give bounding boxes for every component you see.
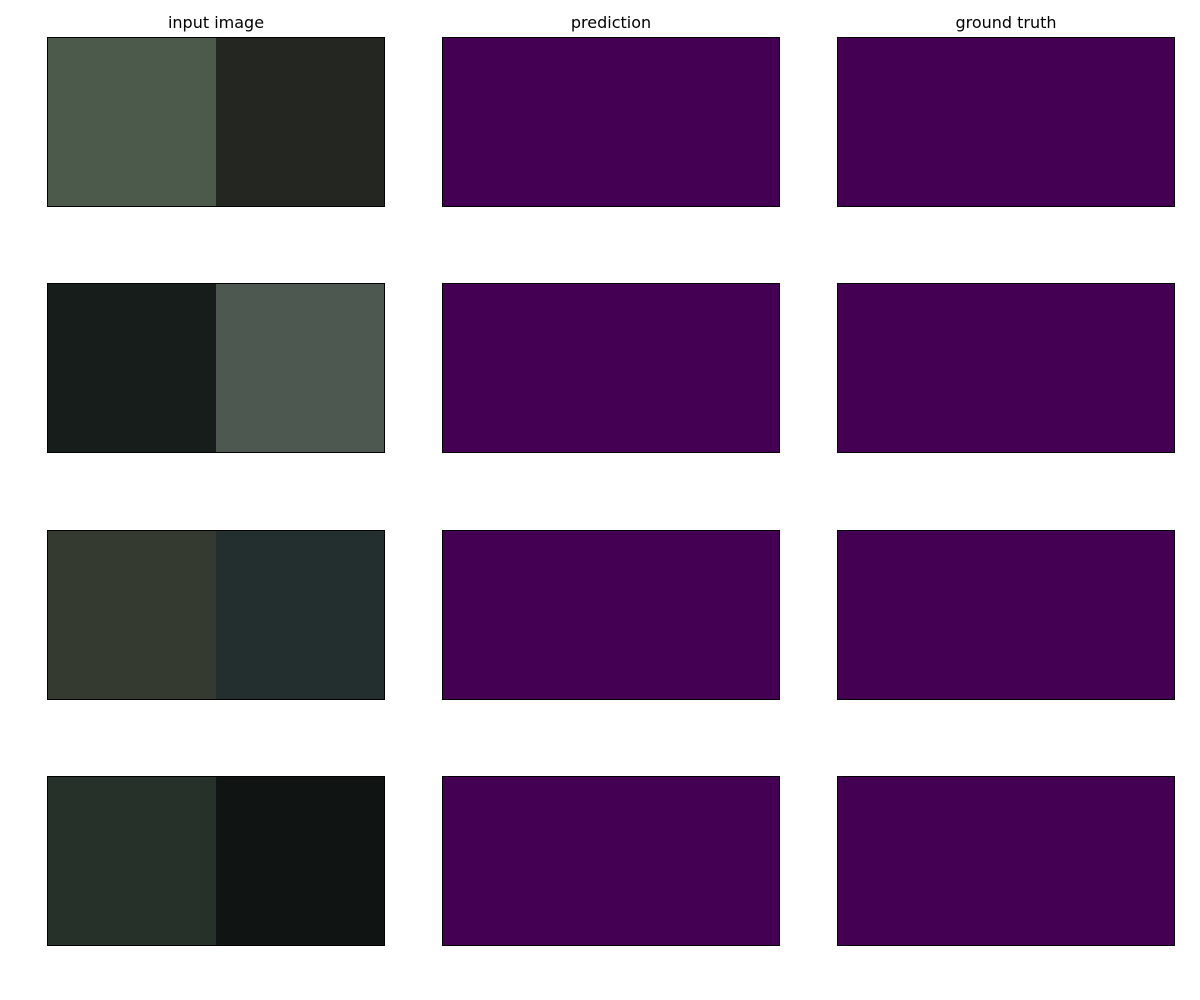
- input-image-right-half: [216, 284, 384, 452]
- prediction-panel: [442, 776, 780, 946]
- ground-truth-panel: [837, 37, 1175, 207]
- input-image-right-half: [216, 38, 384, 206]
- ground-truth-mask: [838, 531, 1174, 699]
- ground-truth-mask: [838, 38, 1174, 206]
- input-image-left-half: [48, 531, 216, 699]
- input-image-right-half: [216, 531, 384, 699]
- prediction-panel: [442, 283, 780, 453]
- input-image-left-half: [48, 284, 216, 452]
- input-image-left-half: [48, 38, 216, 206]
- input-image-title: input image: [167, 13, 265, 32]
- prediction-panel: [442, 530, 780, 700]
- prediction-title: prediction: [570, 13, 652, 32]
- prediction-mask: [443, 38, 779, 206]
- prediction-mask: [443, 777, 779, 945]
- ground-truth-panel: [837, 283, 1175, 453]
- input-image-panel: [47, 530, 385, 700]
- input-image-panel: [47, 776, 385, 946]
- input-image-panel: [47, 283, 385, 453]
- ground-truth-title: ground truth: [955, 13, 1057, 32]
- ground-truth-mask: [838, 284, 1174, 452]
- ground-truth-panel: [837, 530, 1175, 700]
- input-image-right-half: [216, 777, 384, 945]
- prediction-panel: [442, 37, 780, 207]
- ground-truth-panel: [837, 776, 1175, 946]
- ground-truth-mask: [838, 777, 1174, 945]
- input-image-panel: [47, 37, 385, 207]
- input-image-left-half: [48, 777, 216, 945]
- prediction-mask: [443, 531, 779, 699]
- prediction-mask: [443, 284, 779, 452]
